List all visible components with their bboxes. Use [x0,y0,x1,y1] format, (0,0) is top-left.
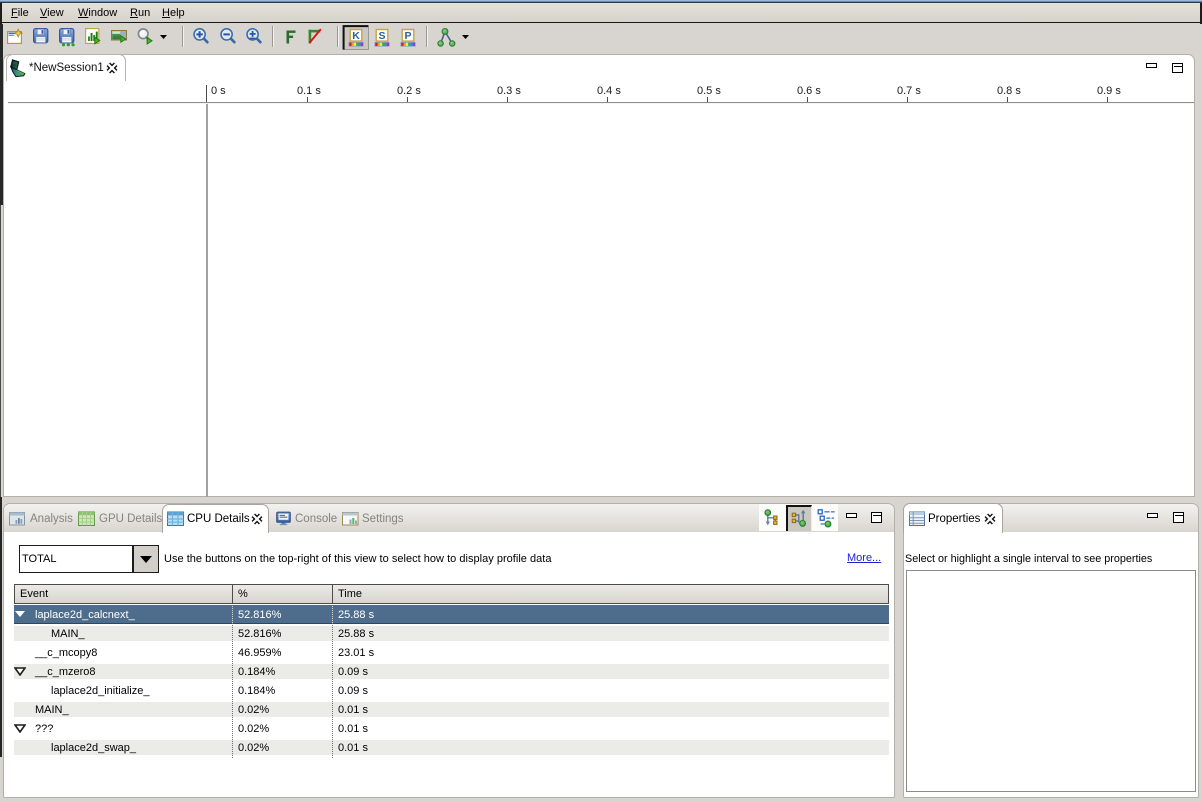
svg-text:P: P [404,30,411,42]
svg-text:S: S [378,30,385,42]
svg-text:K: K [352,30,360,42]
